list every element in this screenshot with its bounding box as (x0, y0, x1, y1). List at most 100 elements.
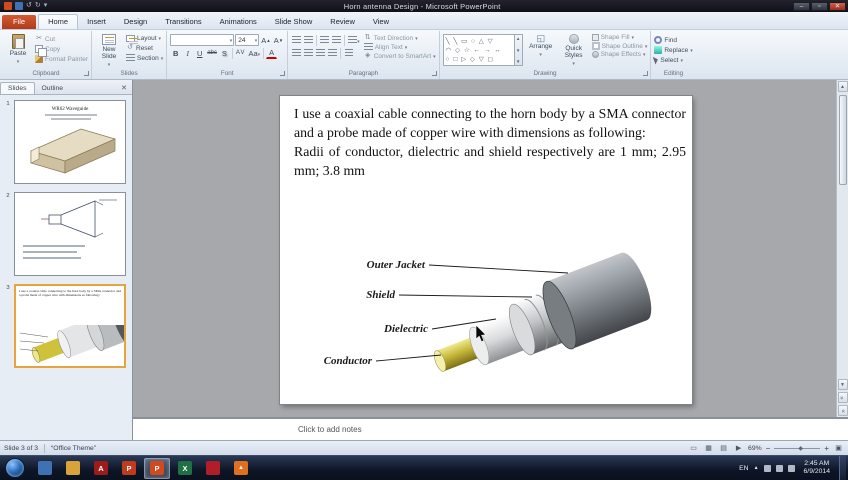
redo-icon[interactable]: ↻ (35, 2, 41, 10)
new-slide-button[interactable]: New Slide (95, 33, 123, 69)
grow-font-button[interactable]: A ▲ (260, 34, 271, 46)
action-center-icon[interactable] (763, 464, 771, 472)
previous-slide-button[interactable]: « (837, 392, 848, 403)
shrink-font-button[interactable]: A ▼ (273, 34, 284, 46)
text-direction-button[interactable]: ⇅ Text Direction (364, 34, 436, 42)
slide-thumbnail-2[interactable]: 2 (2, 192, 128, 276)
clipboard-dialog-launcher[interactable] (84, 71, 89, 76)
volume-icon[interactable] (775, 464, 783, 472)
close-button[interactable]: ✕ (829, 1, 846, 11)
notes-pane[interactable]: Click to add notes (133, 417, 848, 440)
tab-animations[interactable]: Animations (211, 15, 266, 29)
align-right-button[interactable] (315, 47, 326, 59)
tab-view[interactable]: View (364, 15, 398, 29)
taskbar-media-player-icon[interactable] (200, 458, 226, 479)
paste-button[interactable]: Paste (4, 33, 32, 69)
hidden-icons-chevron[interactable]: ▲ (754, 465, 759, 471)
font-name-combo[interactable] (170, 34, 235, 46)
copy-button[interactable]: Copy (35, 45, 88, 57)
taskbar-powerpoint-icon[interactable]: P (144, 457, 170, 479)
network-icon[interactable] (787, 464, 795, 472)
align-left-button[interactable] (291, 47, 302, 59)
scrollbar-thumb[interactable] (838, 95, 847, 185)
font-dialog-launcher[interactable] (280, 71, 286, 76)
slide-thumbnail-1[interactable]: 1 WR62 Waveguide (2, 100, 128, 184)
taskbar-vlc-icon[interactable]: ▲ (228, 458, 254, 479)
shape-fill-button[interactable]: Shape Fill (591, 34, 648, 41)
reset-button[interactable]: ↺ Reset (126, 44, 163, 52)
shape-outline-button[interactable]: Shape Outline (591, 42, 648, 50)
character-spacing-button[interactable]: AV (235, 47, 247, 59)
tab-slide-show[interactable]: Slide Show (266, 15, 322, 29)
drawing-dialog-launcher[interactable] (643, 71, 649, 76)
bullets-button[interactable] (291, 34, 302, 46)
language-indicator[interactable]: EN (739, 465, 748, 472)
shapes-more-icon[interactable]: ▼ (516, 59, 520, 64)
powerpoint-app-icon[interactable] (4, 2, 12, 10)
font-size-combo[interactable]: 24 (235, 34, 260, 46)
arrange-button[interactable]: ◱ Arrange (526, 33, 556, 69)
layout-button[interactable]: Layout (126, 35, 163, 42)
shape-effects-button[interactable]: Shape Effects (591, 51, 648, 58)
shapes-scroll-down-icon[interactable]: ▼ (516, 48, 520, 53)
coax-cable-figure[interactable]: Outer Jacket Shield Dielectric Conductor (290, 241, 682, 401)
replace-button[interactable]: Replace (654, 46, 692, 54)
taskbar-adobe-reader-icon[interactable]: A (88, 458, 114, 479)
slide-editor[interactable]: I use a coaxial cable connecting to the … (280, 96, 692, 404)
cut-button[interactable]: ✂ Cut (35, 35, 88, 43)
justify-button[interactable] (327, 47, 338, 59)
italic-button[interactable]: I (182, 47, 193, 59)
slideshow-view-button[interactable]: ▶ (733, 444, 744, 452)
zoom-in-button[interactable]: + (824, 444, 829, 453)
paragraph-dialog-launcher[interactable] (431, 71, 437, 76)
qat-dropdown-icon[interactable]: ▾ (44, 2, 48, 10)
convert-smartart-button[interactable]: ◈ Convert to SmartArt (364, 52, 436, 60)
taskbar-explorer-icon[interactable] (32, 458, 58, 479)
tab-outline[interactable]: Outline (35, 83, 71, 94)
taskbar-excel-icon[interactable]: X (172, 458, 198, 479)
zoom-slider[interactable]: ◆ (774, 446, 821, 452)
scroll-down-icon[interactable]: ▼ (837, 379, 848, 390)
numbering-button[interactable] (303, 34, 314, 46)
quick-styles-button[interactable]: Quick Styles (559, 33, 589, 69)
normal-view-button[interactable]: ▭ (688, 444, 699, 452)
tab-transitions[interactable]: Transitions (156, 15, 210, 29)
columns-button[interactable] (343, 47, 354, 59)
maximize-button[interactable]: ▫ (811, 1, 828, 11)
align-text-button[interactable]: Align Text (363, 43, 436, 51)
tab-home[interactable]: Home (38, 14, 79, 29)
increase-indent-button[interactable] (331, 34, 342, 46)
fit-to-window-button[interactable]: ▣ (833, 444, 844, 452)
scroll-up-icon[interactable]: ▲ (837, 81, 848, 92)
align-center-button[interactable] (303, 47, 314, 59)
panel-close-icon[interactable]: ✕ (116, 84, 132, 94)
strikethrough-button[interactable]: abc (206, 47, 218, 59)
tab-slides[interactable]: Slides (0, 82, 35, 94)
tab-design[interactable]: Design (115, 15, 156, 29)
slide-text-box[interactable]: I use a coaxial cable connecting to the … (294, 104, 686, 180)
shapes-scroll-up-icon[interactable]: ▲ (516, 36, 520, 41)
slide-thumbnail-3[interactable]: 3 I use a coaxial cable connecting to th… (2, 284, 128, 368)
reading-view-button[interactable]: ▤ (718, 444, 729, 452)
bold-button[interactable]: B (170, 47, 181, 59)
next-slide-button[interactable]: « (837, 405, 848, 416)
select-button[interactable]: Select (653, 55, 692, 65)
minimize-button[interactable]: – (793, 1, 810, 11)
tab-insert[interactable]: Insert (78, 15, 115, 29)
text-shadow-button[interactable]: S (219, 47, 230, 59)
save-icon[interactable] (15, 2, 23, 10)
tab-review[interactable]: Review (321, 15, 364, 29)
slide-sorter-view-button[interactable]: ▦ (703, 444, 714, 452)
zoom-out-button[interactable]: − (766, 444, 771, 453)
line-spacing-button[interactable] (347, 34, 361, 46)
undo-icon[interactable]: ↺ (26, 2, 32, 10)
decrease-indent-button[interactable] (319, 34, 330, 46)
find-button[interactable]: Find (654, 36, 692, 44)
change-case-button[interactable]: Aa (247, 47, 261, 59)
vertical-scrollbar[interactable]: ▲ ▼ « « (836, 80, 848, 417)
show-desktop-button[interactable] (839, 455, 846, 480)
start-button[interactable] (5, 458, 25, 478)
section-button[interactable]: Section (126, 54, 163, 62)
tab-file[interactable]: File (2, 15, 37, 29)
underline-button[interactable]: U (194, 47, 205, 59)
